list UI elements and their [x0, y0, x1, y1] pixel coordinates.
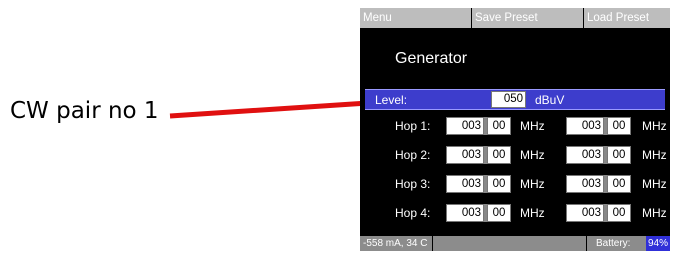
hop-row-2: Hop 2: 003 00 MHz 003 00 MHz [360, 146, 670, 166]
status-bar: -558 mA, 34 C Battery: 94% [360, 236, 670, 251]
device-screen: Menu Save Preset Load Preset Generator L… [360, 8, 670, 251]
current-temp-readout: -558 mA, 34 C [363, 238, 428, 249]
hop-label: Hop 2: [395, 148, 431, 162]
hop2-freq1-dec-input[interactable]: 00 [487, 146, 511, 164]
hop2-freq2-int-input[interactable]: 003 [566, 146, 604, 164]
hop4-freq1-dec-input[interactable]: 00 [487, 204, 511, 222]
freq-unit: MHz [642, 119, 667, 133]
freq-unit: MHz [642, 206, 667, 220]
freq-unit: MHz [642, 177, 667, 191]
menu-bar: Menu Save Preset Load Preset [360, 8, 670, 28]
freq-unit: MHz [520, 119, 545, 133]
hop2-freq2-dec-input[interactable]: 00 [607, 146, 631, 164]
hop1-freq1-int-input[interactable]: 003 [446, 117, 484, 135]
hop3-freq1-dec-input[interactable]: 00 [487, 175, 511, 193]
hop1-freq2-int-input[interactable]: 003 [566, 117, 604, 135]
freq-unit: MHz [520, 148, 545, 162]
level-unit: dBuV [535, 93, 565, 107]
hop4-freq2-int-input[interactable]: 003 [566, 204, 604, 222]
status-divider [432, 236, 433, 251]
save-preset-button[interactable]: Save Preset [472, 8, 584, 28]
freq-unit: MHz [520, 177, 545, 191]
hop2-freq1-int-input[interactable]: 003 [446, 146, 484, 164]
freq-unit: MHz [520, 206, 545, 220]
hop-label: Hop 1: [395, 119, 431, 133]
freq-unit: MHz [642, 148, 667, 162]
hop4-freq1-int-input[interactable]: 003 [446, 204, 484, 222]
hop-row-4: Hop 4: 003 00 MHz 003 00 MHz [360, 204, 670, 224]
hop3-freq2-dec-input[interactable]: 00 [607, 175, 631, 193]
hop4-freq2-dec-input[interactable]: 00 [607, 204, 631, 222]
hop1-freq1-dec-input[interactable]: 00 [487, 117, 511, 135]
hop-label: Hop 3: [395, 177, 431, 191]
hop3-freq2-int-input[interactable]: 003 [566, 175, 604, 193]
battery-level-badge: 94% [646, 236, 670, 251]
level-input[interactable]: 050 [491, 91, 526, 108]
menu-button[interactable]: Menu [360, 8, 472, 28]
level-label: Level: [375, 93, 408, 107]
hop1-freq2-dec-input[interactable]: 00 [607, 117, 631, 135]
battery-label: Battery: [596, 238, 631, 249]
load-preset-button[interactable]: Load Preset [584, 8, 670, 28]
level-row[interactable]: Level: 050 dBuV [365, 89, 665, 110]
hop-label: Hop 4: [395, 206, 431, 220]
page-title: Generator [395, 50, 468, 67]
hop-row-1: Hop 1: 003 00 MHz 003 00 MHz [360, 117, 670, 137]
hop3-freq1-int-input[interactable]: 003 [446, 175, 484, 193]
hop-row-3: Hop 3: 003 00 MHz 003 00 MHz [360, 175, 670, 195]
status-divider [586, 236, 587, 251]
